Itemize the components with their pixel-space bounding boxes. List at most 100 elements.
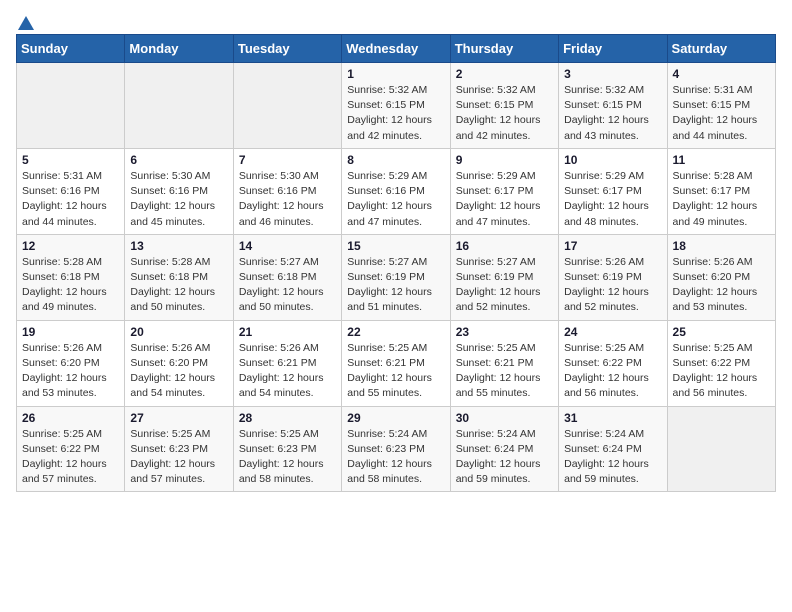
- calendar-table: SundayMondayTuesdayWednesdayThursdayFrid…: [16, 34, 776, 492]
- day-info: Sunrise: 5:30 AMSunset: 6:16 PMDaylight:…: [239, 169, 336, 230]
- day-number: 17: [564, 239, 661, 253]
- day-info: Sunrise: 5:28 AMSunset: 6:18 PMDaylight:…: [22, 255, 119, 316]
- day-number: 20: [130, 325, 227, 339]
- day-info: Sunrise: 5:28 AMSunset: 6:18 PMDaylight:…: [130, 255, 227, 316]
- calendar-day-cell: 11 Sunrise: 5:28 AMSunset: 6:17 PMDayligh…: [667, 148, 775, 234]
- weekday-header: Saturday: [667, 35, 775, 63]
- day-info: Sunrise: 5:25 AMSunset: 6:23 PMDaylight:…: [239, 427, 336, 488]
- day-info: Sunrise: 5:31 AMSunset: 6:15 PMDaylight:…: [673, 83, 770, 144]
- day-info: Sunrise: 5:32 AMSunset: 6:15 PMDaylight:…: [564, 83, 661, 144]
- day-number: 8: [347, 153, 444, 167]
- calendar-day-cell: [667, 406, 775, 492]
- day-info: Sunrise: 5:25 AMSunset: 6:21 PMDaylight:…: [347, 341, 444, 402]
- weekday-header: Wednesday: [342, 35, 450, 63]
- calendar-day-cell: 12Sunrise: 5:28 AMSunset: 6:18 PMDayligh…: [17, 234, 125, 320]
- day-info: Sunrise: 5:32 AMSunset: 6:15 PMDaylight:…: [456, 83, 553, 144]
- day-number: 24: [564, 325, 661, 339]
- day-info: Sunrise: 5:26 AMSunset: 6:20 PMDaylight:…: [22, 341, 119, 402]
- day-number: 9: [456, 153, 553, 167]
- calendar-day-cell: 8 Sunrise: 5:29 AMSunset: 6:16 PMDaylight…: [342, 148, 450, 234]
- day-info: Sunrise: 5:26 AMSunset: 6:19 PMDaylight:…: [564, 255, 661, 316]
- day-number: 6: [130, 153, 227, 167]
- day-info: Sunrise: 5:25 AMSunset: 6:22 PMDaylight:…: [22, 427, 119, 488]
- weekday-header: Friday: [559, 35, 667, 63]
- calendar-day-cell: 25 Sunrise: 5:25 AMSunset: 6:22 PMDayligh…: [667, 320, 775, 406]
- day-number: 16: [456, 239, 553, 253]
- day-info: Sunrise: 5:24 AMSunset: 6:23 PMDaylight:…: [347, 427, 444, 488]
- calendar-day-cell: 3 Sunrise: 5:32 AMSunset: 6:15 PMDaylight…: [559, 63, 667, 149]
- day-number: 5: [22, 153, 119, 167]
- logo: [16, 16, 35, 28]
- day-number: 15: [347, 239, 444, 253]
- calendar-header-row: SundayMondayTuesdayWednesdayThursdayFrid…: [17, 35, 776, 63]
- calendar-day-cell: 23 Sunrise: 5:25 AMSunset: 6:21 PMDayligh…: [450, 320, 558, 406]
- calendar-day-cell: 26 Sunrise: 5:25 AMSunset: 6:22 PMDayligh…: [17, 406, 125, 492]
- day-number: 11: [673, 153, 770, 167]
- weekday-header: Sunday: [17, 35, 125, 63]
- calendar-week-row: 5 Sunrise: 5:31 AMSunset: 6:16 PMDaylight…: [17, 148, 776, 234]
- day-info: Sunrise: 5:31 AMSunset: 6:16 PMDaylight:…: [22, 169, 119, 230]
- day-info: Sunrise: 5:29 AMSunset: 6:17 PMDaylight:…: [564, 169, 661, 230]
- day-number: 1: [347, 67, 444, 81]
- calendar-day-cell: 14Sunrise: 5:27 AMSunset: 6:18 PMDayligh…: [233, 234, 341, 320]
- day-info: Sunrise: 5:25 AMSunset: 6:23 PMDaylight:…: [130, 427, 227, 488]
- calendar-day-cell: 17 Sunrise: 5:26 AMSunset: 6:19 PMDayligh…: [559, 234, 667, 320]
- calendar-day-cell: 15Sunrise: 5:27 AMSunset: 6:19 PMDayligh…: [342, 234, 450, 320]
- day-number: 28: [239, 411, 336, 425]
- calendar-day-cell: [233, 63, 341, 149]
- day-info: Sunrise: 5:29 AMSunset: 6:17 PMDaylight:…: [456, 169, 553, 230]
- calendar-day-cell: 22Sunrise: 5:25 AMSunset: 6:21 PMDayligh…: [342, 320, 450, 406]
- day-number: 13: [130, 239, 227, 253]
- calendar-day-cell: 19Sunrise: 5:26 AMSunset: 6:20 PMDayligh…: [17, 320, 125, 406]
- day-info: Sunrise: 5:24 AMSunset: 6:24 PMDaylight:…: [564, 427, 661, 488]
- calendar-day-cell: 1 Sunrise: 5:32 AMSunset: 6:15 PMDaylight…: [342, 63, 450, 149]
- calendar-day-cell: 9 Sunrise: 5:29 AMSunset: 6:17 PMDaylight…: [450, 148, 558, 234]
- day-number: 23: [456, 325, 553, 339]
- day-info: Sunrise: 5:25 AMSunset: 6:22 PMDaylight:…: [564, 341, 661, 402]
- day-number: 4: [673, 67, 770, 81]
- calendar-day-cell: 31 Sunrise: 5:24 AMSunset: 6:24 PMDayligh…: [559, 406, 667, 492]
- day-number: 25: [673, 325, 770, 339]
- calendar-week-row: 12Sunrise: 5:28 AMSunset: 6:18 PMDayligh…: [17, 234, 776, 320]
- day-info: Sunrise: 5:26 AMSunset: 6:21 PMDaylight:…: [239, 341, 336, 402]
- calendar-week-row: 19Sunrise: 5:26 AMSunset: 6:20 PMDayligh…: [17, 320, 776, 406]
- calendar-day-cell: 30 Sunrise: 5:24 AMSunset: 6:24 PMDayligh…: [450, 406, 558, 492]
- calendar-day-cell: 10 Sunrise: 5:29 AMSunset: 6:17 PMDayligh…: [559, 148, 667, 234]
- calendar-day-cell: 7 Sunrise: 5:30 AMSunset: 6:16 PMDaylight…: [233, 148, 341, 234]
- day-info: Sunrise: 5:28 AMSunset: 6:17 PMDaylight:…: [673, 169, 770, 230]
- day-number: 7: [239, 153, 336, 167]
- day-number: 21: [239, 325, 336, 339]
- calendar-day-cell: [125, 63, 233, 149]
- day-info: Sunrise: 5:30 AMSunset: 6:16 PMDaylight:…: [130, 169, 227, 230]
- day-number: 2: [456, 67, 553, 81]
- day-number: 18: [673, 239, 770, 253]
- calendar-day-cell: 4 Sunrise: 5:31 AMSunset: 6:15 PMDaylight…: [667, 63, 775, 149]
- day-number: 29: [347, 411, 444, 425]
- day-number: 31: [564, 411, 661, 425]
- calendar-day-cell: 13 Sunrise: 5:28 AMSunset: 6:18 PMDayligh…: [125, 234, 233, 320]
- day-info: Sunrise: 5:26 AMSunset: 6:20 PMDaylight:…: [673, 255, 770, 316]
- calendar-day-cell: 16Sunrise: 5:27 AMSunset: 6:19 PMDayligh…: [450, 234, 558, 320]
- calendar-day-cell: 6 Sunrise: 5:30 AMSunset: 6:16 PMDaylight…: [125, 148, 233, 234]
- day-info: Sunrise: 5:24 AMSunset: 6:24 PMDaylight:…: [456, 427, 553, 488]
- calendar-week-row: 26 Sunrise: 5:25 AMSunset: 6:22 PMDayligh…: [17, 406, 776, 492]
- day-number: 3: [564, 67, 661, 81]
- calendar-day-cell: 2 Sunrise: 5:32 AMSunset: 6:15 PMDaylight…: [450, 63, 558, 149]
- day-number: 30: [456, 411, 553, 425]
- day-number: 10: [564, 153, 661, 167]
- day-info: Sunrise: 5:32 AMSunset: 6:15 PMDaylight:…: [347, 83, 444, 144]
- weekday-header: Monday: [125, 35, 233, 63]
- weekday-header: Tuesday: [233, 35, 341, 63]
- calendar-day-cell: 5 Sunrise: 5:31 AMSunset: 6:16 PMDaylight…: [17, 148, 125, 234]
- day-info: Sunrise: 5:29 AMSunset: 6:16 PMDaylight:…: [347, 169, 444, 230]
- calendar-day-cell: 21 Sunrise: 5:26 AMSunset: 6:21 PMDayligh…: [233, 320, 341, 406]
- calendar-day-cell: 20Sunrise: 5:26 AMSunset: 6:20 PMDayligh…: [125, 320, 233, 406]
- logo-icon: [17, 14, 35, 32]
- day-number: 26: [22, 411, 119, 425]
- calendar-day-cell: [17, 63, 125, 149]
- calendar-day-cell: 24 Sunrise: 5:25 AMSunset: 6:22 PMDayligh…: [559, 320, 667, 406]
- day-info: Sunrise: 5:25 AMSunset: 6:21 PMDaylight:…: [456, 341, 553, 402]
- day-number: 14: [239, 239, 336, 253]
- day-info: Sunrise: 5:25 AMSunset: 6:22 PMDaylight:…: [673, 341, 770, 402]
- calendar-week-row: 1 Sunrise: 5:32 AMSunset: 6:15 PMDaylight…: [17, 63, 776, 149]
